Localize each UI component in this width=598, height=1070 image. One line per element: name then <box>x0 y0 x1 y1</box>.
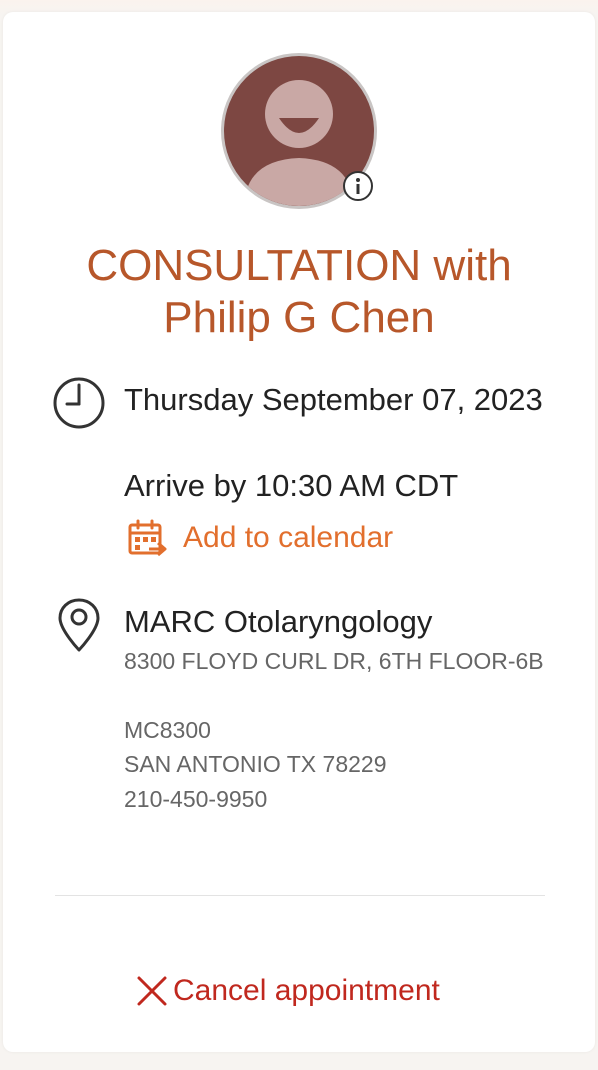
phone-number[interactable]: 210-450-9950 <box>124 782 544 816</box>
city-state-zip: SAN ANTONIO TX 78229 <box>124 751 387 777</box>
calendar-add-icon <box>128 519 167 557</box>
appointment-date: Thursday September 07, 2023 <box>124 382 543 417</box>
x-icon <box>137 976 167 1006</box>
add-to-calendar-link[interactable]: Add to calendar <box>127 516 393 560</box>
location-pin-icon <box>58 598 100 652</box>
cancel-appointment-label: Cancel appointment <box>173 974 440 1007</box>
arrival-time: Arrive by 10:30 AM CDT <box>124 468 459 503</box>
appointment-title: CONSULTATION with Philip G Chen <box>86 241 512 342</box>
address-line-1: 8300 FLOYD CURL DR, 6TH FLOOR-6B <box>124 648 544 674</box>
appointment-card: CONSULTATION with Philip G Chen Thursday… <box>3 12 595 1052</box>
address-line-2: MC8300 <box>124 717 211 743</box>
location-name: MARC Otolaryngology <box>124 604 433 639</box>
provider-avatar[interactable] <box>221 53 377 209</box>
cancel-appointment-button[interactable]: Cancel appointment <box>135 968 440 1014</box>
add-to-calendar-label: Add to calendar <box>183 521 394 554</box>
info-icon[interactable] <box>343 171 373 201</box>
divider <box>55 895 545 896</box>
clock-icon <box>53 377 105 429</box>
